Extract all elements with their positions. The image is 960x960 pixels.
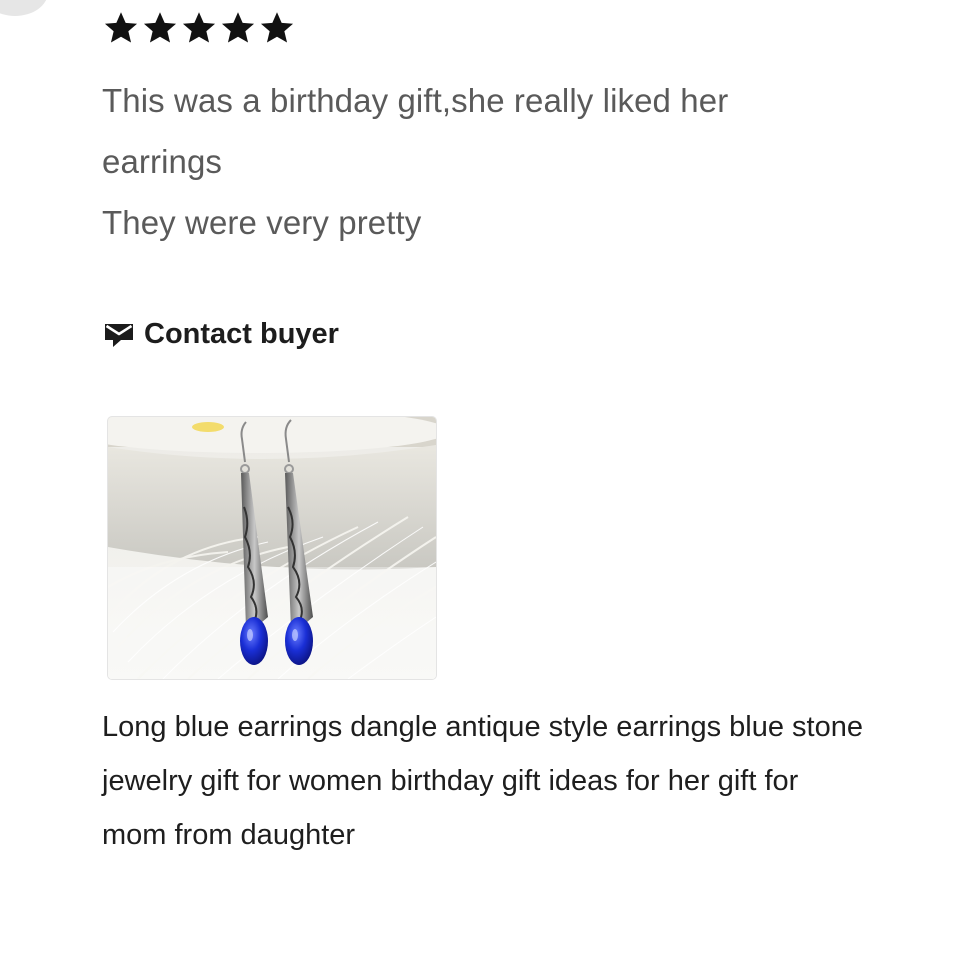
contact-buyer-button[interactable]: Contact buyer <box>104 318 339 351</box>
message-flag-icon <box>105 323 133 347</box>
review-text: This was a birthday gift,she really like… <box>102 70 922 253</box>
product-title-line: Long blue earrings dangle antique style … <box>102 711 863 743</box>
contact-buyer-label: Contact buyer <box>144 318 339 350</box>
product-title-line: mom from daughter <box>102 819 356 851</box>
star-icon <box>221 12 255 43</box>
star-icon <box>260 12 294 43</box>
review-line: earrings <box>102 143 223 180</box>
review-page: This was a birthday gift,she really like… <box>0 0 960 960</box>
avatar[interactable] <box>0 0 48 16</box>
star-icon <box>104 12 138 43</box>
product-image[interactable] <box>108 417 436 679</box>
star-icon <box>182 12 216 43</box>
review-line: They were very pretty <box>102 204 422 241</box>
review-line: This was a birthday gift,she really like… <box>102 82 729 119</box>
product-title-link[interactable]: Long blue earrings dangle antique style … <box>102 700 932 862</box>
star-rating <box>103 10 295 46</box>
product-title-line: jewelry gift for women birthday gift ide… <box>102 765 799 797</box>
star-icon <box>143 12 177 43</box>
